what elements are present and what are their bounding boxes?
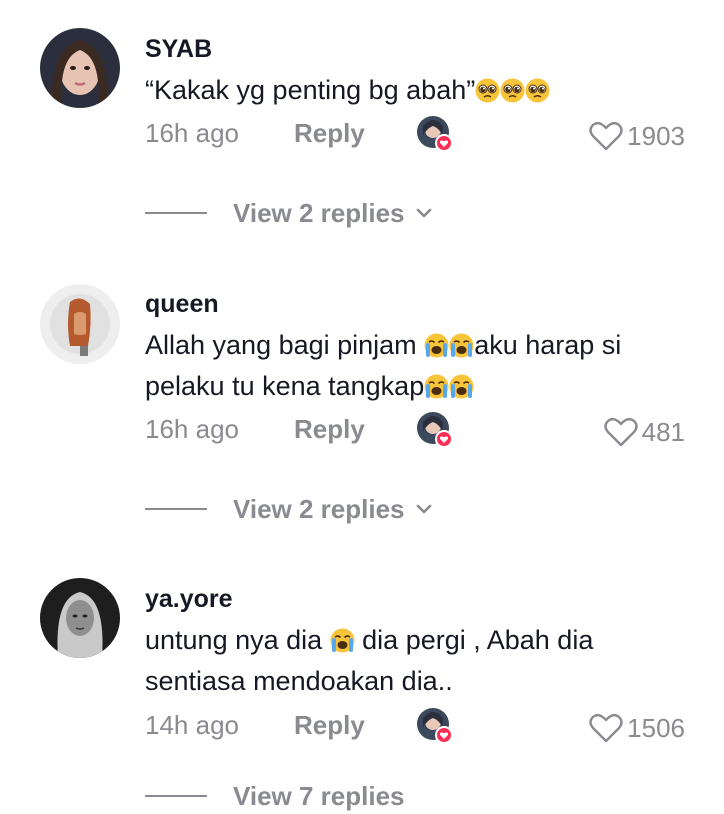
reply-button[interactable]: Reply bbox=[294, 710, 365, 741]
loudly-crying-face-emoji bbox=[329, 628, 355, 653]
avatar[interactable] bbox=[40, 578, 120, 658]
timestamp: 14h ago bbox=[145, 710, 239, 740]
username[interactable]: ya.yore bbox=[145, 585, 233, 614]
heart-outline-icon bbox=[589, 713, 623, 743]
like-button[interactable]: 1506 bbox=[589, 710, 685, 746]
comment-item: ya.yore untung nya dia dia pergi , Abah … bbox=[0, 0, 724, 811]
view-replies-button[interactable]: View 7 replies bbox=[145, 778, 405, 814]
creator-liked-icon bbox=[416, 707, 453, 744]
divider-line bbox=[145, 795, 207, 797]
avatar-image bbox=[40, 578, 120, 658]
view-replies-label: View 7 replies bbox=[233, 780, 405, 811]
comment-text: untung nya dia dia pergi , Abah dia sent… bbox=[145, 620, 685, 702]
like-count: 1506 bbox=[627, 712, 685, 743]
comment-text-content: untung nya dia bbox=[145, 625, 330, 655]
comment-meta: 14h ago Reply 1506 bbox=[145, 707, 685, 746]
